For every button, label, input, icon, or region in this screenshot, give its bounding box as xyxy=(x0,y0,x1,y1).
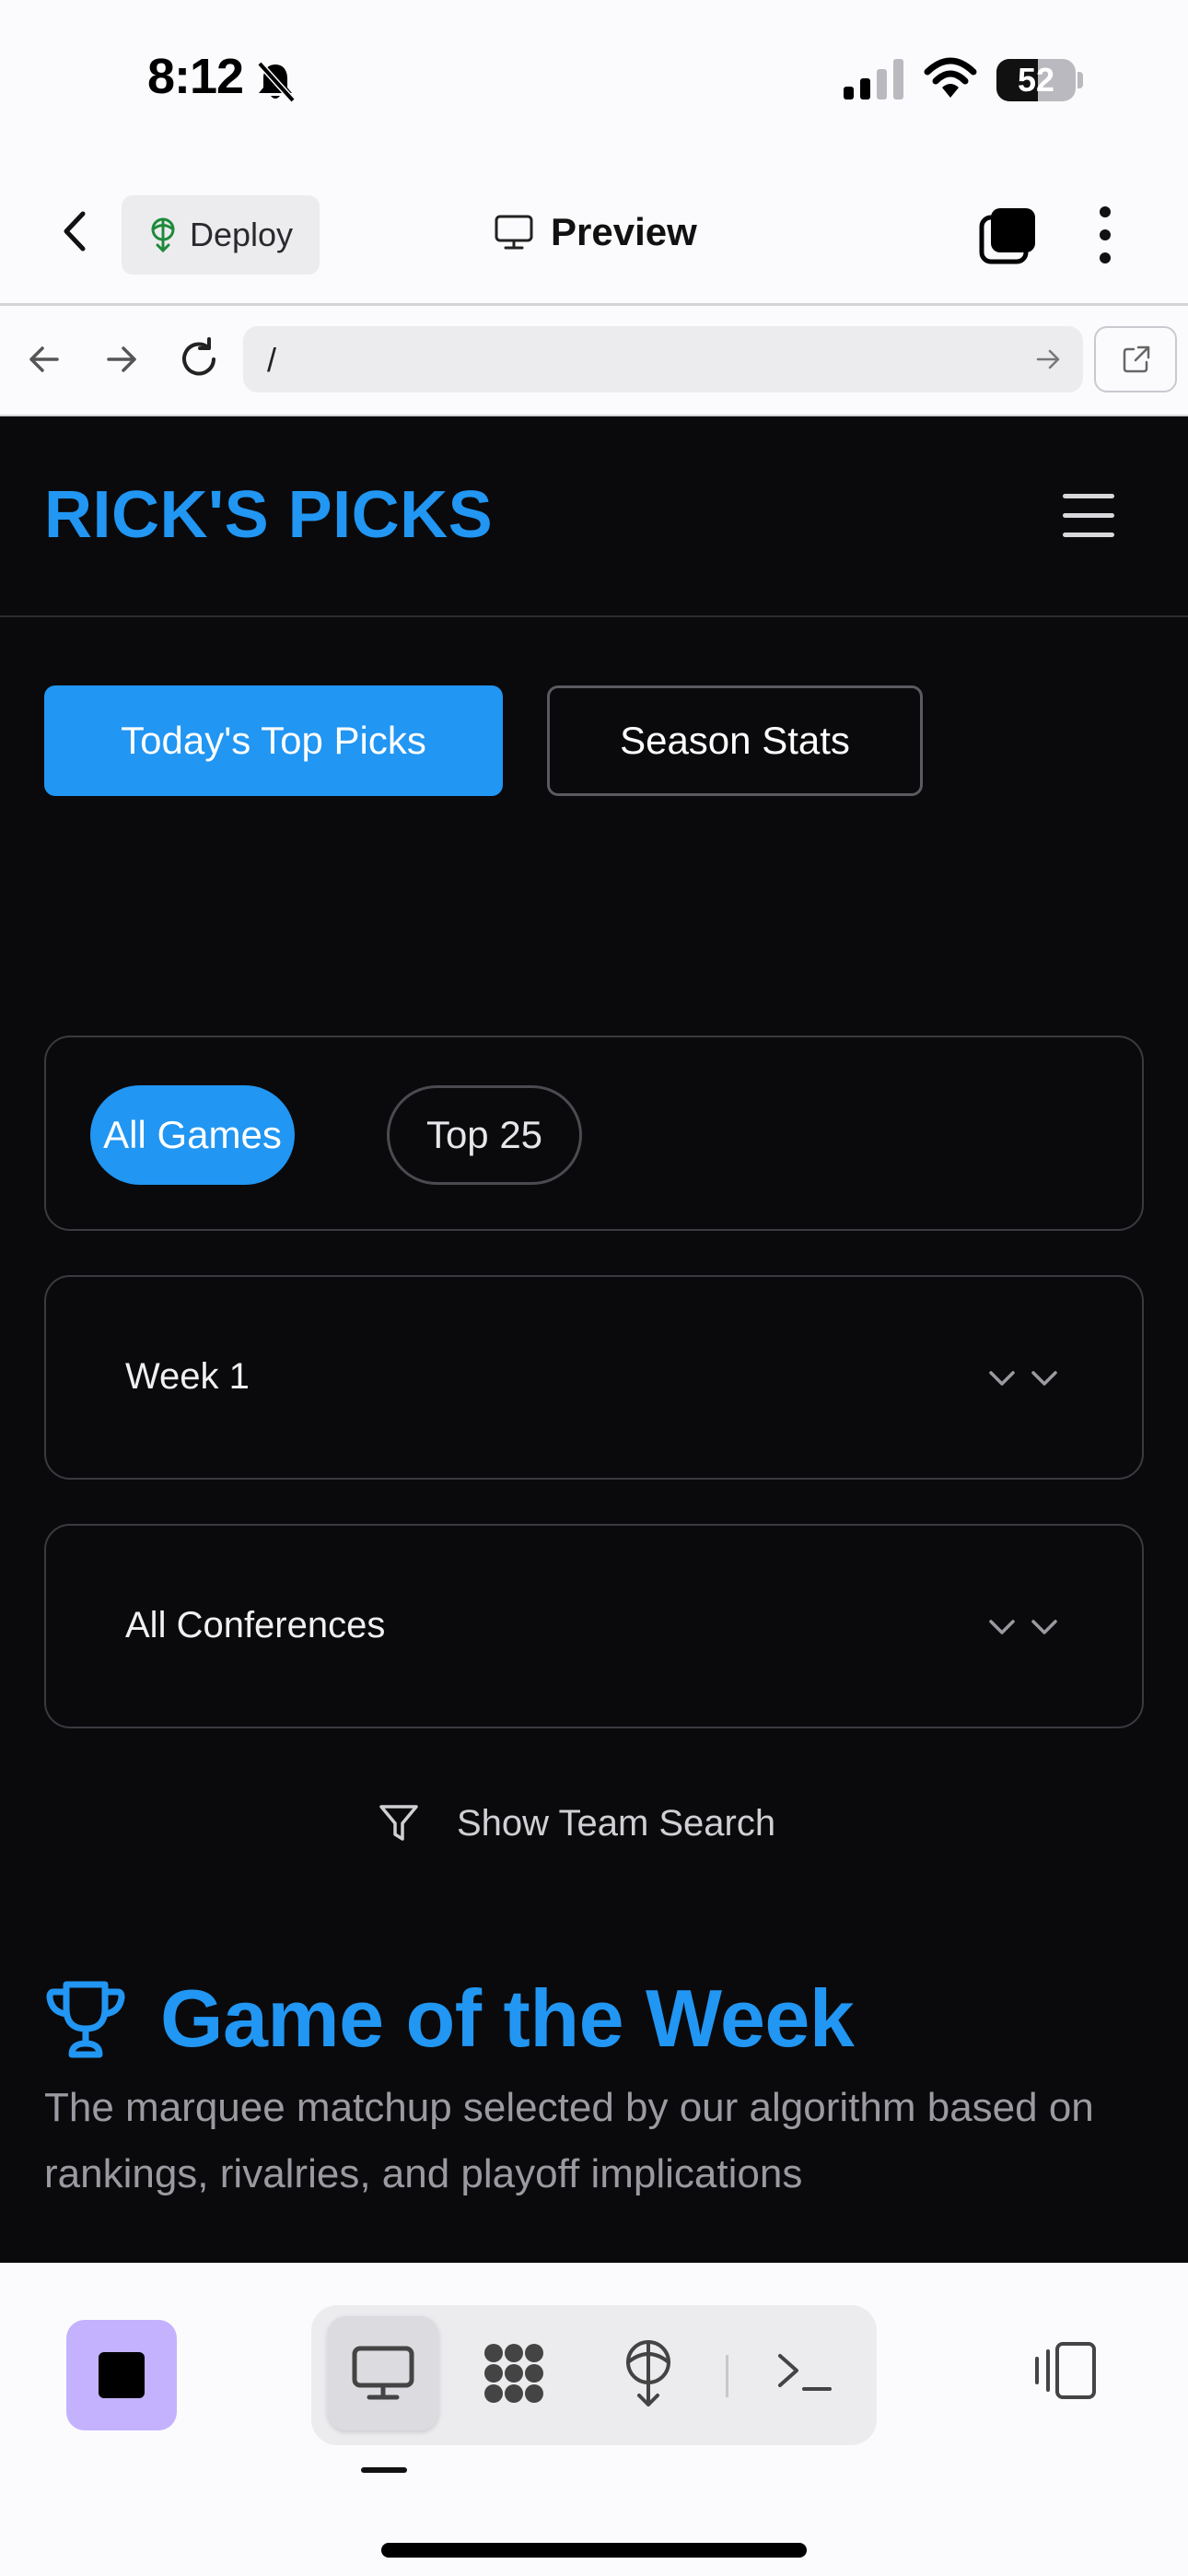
desktop-icon xyxy=(352,2346,414,2400)
trophy-icon xyxy=(46,1981,125,2058)
arrow-right-icon[interactable] xyxy=(96,334,147,385)
tab-todays-top-picks[interactable]: Today's Top Picks xyxy=(44,685,503,796)
bell-slash-icon xyxy=(257,61,296,103)
preview-title[interactable]: Preview xyxy=(494,210,697,254)
game-of-the-week-heading: Game of the Week xyxy=(44,1972,855,2066)
home-indicator xyxy=(381,2543,807,2558)
more-icon[interactable] xyxy=(1087,205,1124,265)
bottom-toolbar xyxy=(0,2263,1188,2576)
filter-top-25[interactable]: Top 25 xyxy=(387,1085,582,1185)
active-tab-indicator xyxy=(361,2467,407,2473)
segment-divider xyxy=(726,2355,728,2397)
game-filter-card: All Games Top 25 xyxy=(44,1036,1144,1231)
deploy-button[interactable]: Deploy xyxy=(122,195,320,275)
monitor-icon xyxy=(495,215,533,250)
tabs-icon[interactable] xyxy=(978,206,1037,265)
deploy-view-tab[interactable] xyxy=(593,2316,704,2430)
deploy-icon xyxy=(151,217,175,252)
browser-bar: / xyxy=(0,306,1188,416)
show-team-search-button[interactable]: Show Team Search xyxy=(378,1802,775,1844)
show-team-search-label: Show Team Search xyxy=(457,1802,776,1844)
week-select-value: Week 1 xyxy=(125,1356,250,1397)
filter-all-games[interactable]: All Games xyxy=(90,1085,295,1185)
wifi-icon xyxy=(924,57,977,98)
view-switcher xyxy=(311,2305,877,2445)
chevron-down-icon xyxy=(989,1620,1015,1634)
signal-icon xyxy=(844,59,903,100)
terminal-icon xyxy=(778,2354,832,2391)
conference-select[interactable]: All Conferences xyxy=(44,1524,1144,1728)
reload-icon[interactable] xyxy=(173,334,225,385)
chevron-down-icon xyxy=(1031,1371,1057,1386)
url-text: / xyxy=(267,341,277,379)
device-icon[interactable] xyxy=(1030,2340,1100,2401)
battery-icon: 52 xyxy=(996,59,1083,101)
status-time: 8:12 xyxy=(147,49,244,104)
filter-icon xyxy=(379,1805,418,1841)
app-header: Deploy Preview xyxy=(0,158,1188,306)
week-select[interactable]: Week 1 xyxy=(44,1275,1144,1480)
battery-level: 52 xyxy=(1017,61,1055,99)
open-external-button[interactable] xyxy=(1094,326,1177,392)
terminal-view-tab[interactable] xyxy=(750,2316,860,2430)
game-of-the-week-description: The marquee matchup selected by our algo… xyxy=(44,2085,1094,2196)
conference-select-value: All Conferences xyxy=(125,1605,386,1645)
chevron-down-icon xyxy=(1031,1620,1057,1634)
url-bar[interactable]: / xyxy=(243,326,1083,392)
stop-icon xyxy=(99,2352,145,2398)
status-bar: 8:12 52 xyxy=(0,0,1188,158)
desktop-view-tab[interactable] xyxy=(328,2316,438,2430)
deploy-tab-icon xyxy=(626,2340,670,2406)
site-navbar: RICK'S PICKS xyxy=(0,416,1188,617)
deploy-label: Deploy xyxy=(190,216,294,253)
game-of-the-week-title: Game of the Week xyxy=(160,1973,855,2064)
chevron-down-icon xyxy=(989,1371,1015,1386)
apps-view-tab[interactable] xyxy=(459,2316,569,2430)
preview-label: Preview xyxy=(551,210,697,253)
go-arrow-icon[interactable] xyxy=(1033,345,1063,374)
apps-icon xyxy=(484,2344,543,2403)
tab-season-stats[interactable]: Season Stats xyxy=(547,685,923,796)
arrow-left-icon[interactable] xyxy=(18,334,70,385)
external-link-icon xyxy=(1123,345,1150,373)
stop-button[interactable] xyxy=(66,2320,177,2430)
back-chevron-icon[interactable] xyxy=(57,208,94,254)
site-brand[interactable]: RICK'S PICKS xyxy=(44,477,493,553)
hamburger-icon[interactable] xyxy=(1063,494,1114,538)
